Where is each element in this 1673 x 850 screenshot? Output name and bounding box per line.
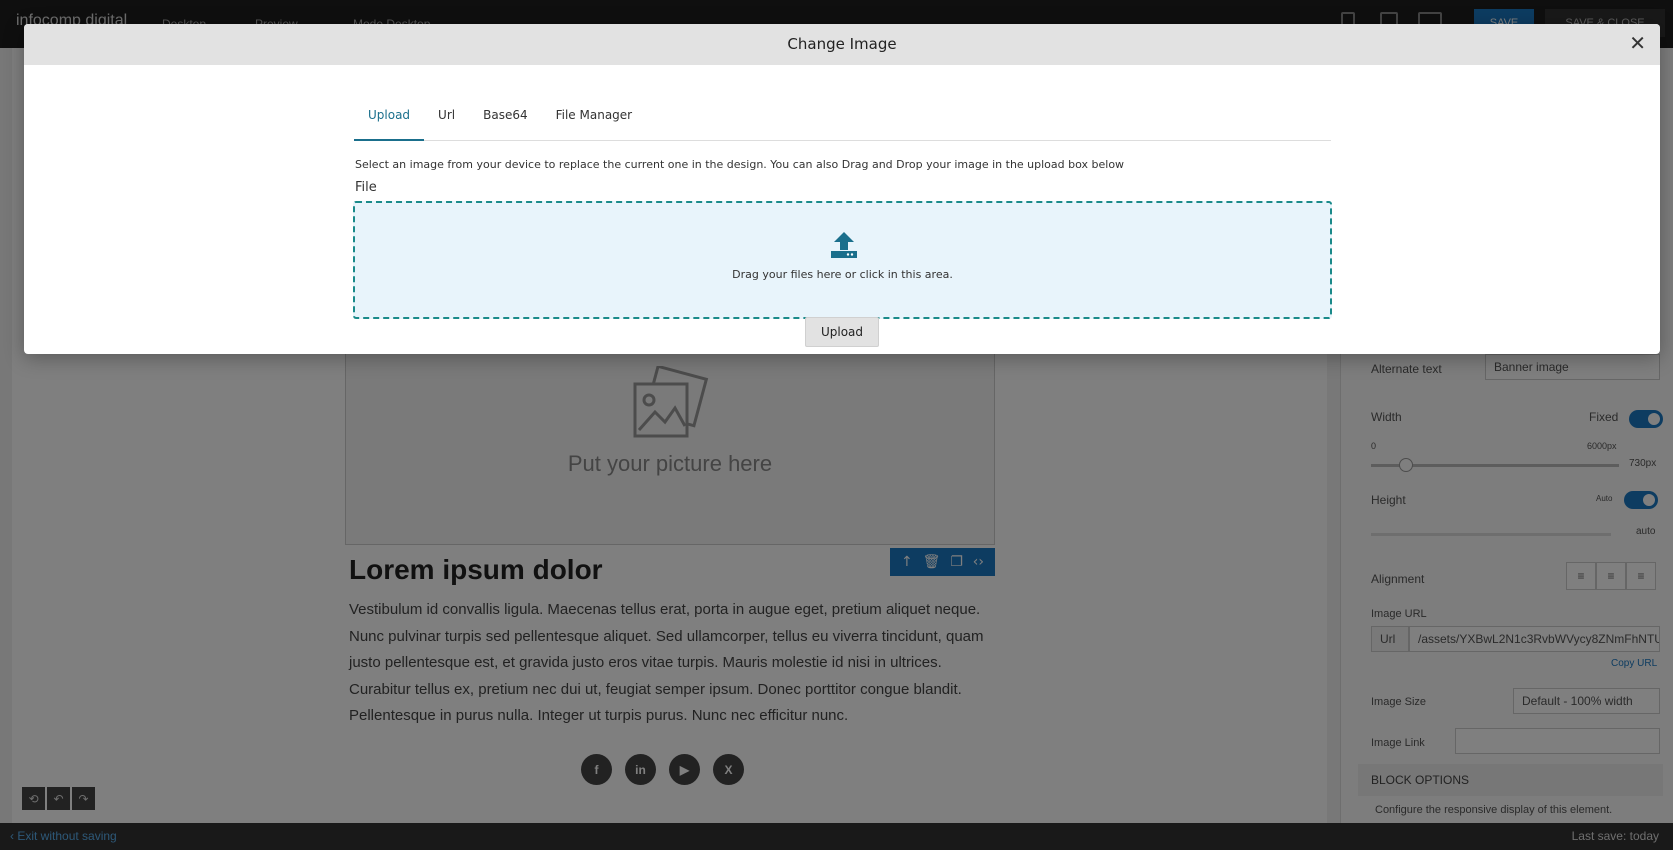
upload-icon: [831, 232, 857, 258]
tab-url[interactable]: Url: [424, 89, 469, 141]
upload-instructions: Select an image from your device to repl…: [355, 158, 1125, 171]
modal-title: Change Image: [787, 35, 897, 53]
upload-button[interactable]: Upload: [805, 317, 879, 347]
tab-upload[interactable]: Upload: [354, 89, 425, 141]
close-icon[interactable]: ✕: [1629, 33, 1646, 53]
tab-base64[interactable]: Base64: [469, 89, 542, 141]
file-dropzone[interactable]: Drag your files here or click in this ar…: [353, 201, 1332, 319]
file-label: File: [355, 180, 377, 195]
change-image-modal: Change Image ✕ Upload Url Base64 File Ma…: [24, 24, 1660, 354]
tab-file-manager[interactable]: File Manager: [542, 89, 647, 141]
dropzone-text: Drag your files here or click in this ar…: [732, 268, 953, 281]
modal-header: Change Image ✕: [24, 24, 1660, 65]
image-source-tabs: Upload Url Base64 File Manager: [354, 89, 1331, 141]
